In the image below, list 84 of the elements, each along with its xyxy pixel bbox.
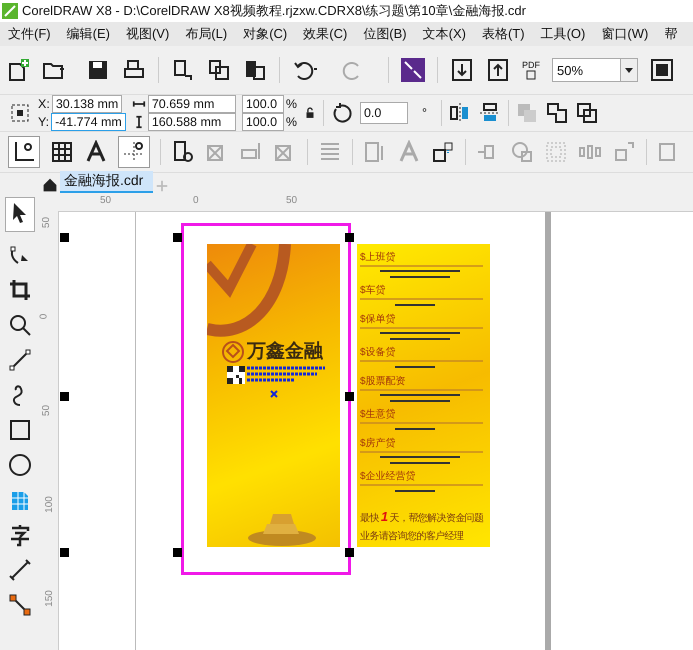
rulers-toggle[interactable] <box>8 136 40 168</box>
promo-note: 业务请咨询您的客户经理 <box>360 530 465 544</box>
brand-name: 万鑫金融 <box>247 340 323 364</box>
selection-handle[interactable] <box>345 233 354 242</box>
weld-icon[interactable] <box>544 101 569 125</box>
ruler-label: 50 <box>41 216 52 228</box>
freehand-tool-icon[interactable] <box>8 348 32 372</box>
menu-item[interactable]: 工具(O) <box>532 25 594 43</box>
scale-y-field[interactable]: 100.0 <box>242 113 284 131</box>
percent-unit: % <box>286 97 297 111</box>
trim-icon[interactable] <box>574 101 599 125</box>
document-tab[interactable]: 金融海报.cdr <box>60 171 154 193</box>
height-field[interactable]: 160.588 mm <box>148 113 236 131</box>
grid-icon[interactable] <box>50 140 74 164</box>
ruler-label: 100 <box>44 496 55 513</box>
full-screen-icon[interactable] <box>650 58 674 82</box>
ellipse-tool-icon[interactable] <box>8 453 32 477</box>
overlap-squares-icon[interactable] <box>431 140 455 164</box>
ruler-label: 0 <box>193 195 199 206</box>
loan-item-label: $设备贷 <box>360 347 397 358</box>
loan-item-label: $车贷 <box>360 285 387 296</box>
menu-item[interactable]: 视图(V) <box>118 25 178 43</box>
ruler-icon <box>12 140 36 164</box>
export-icon <box>526 70 536 80</box>
import-icon[interactable] <box>171 58 195 82</box>
dimension-tool-icon[interactable] <box>8 558 32 582</box>
selection-handle[interactable] <box>60 233 69 242</box>
loan-item-label: $生意贷 <box>360 409 397 420</box>
promo-note: 最快1 天，帮您解决资金问题 <box>360 510 484 525</box>
selection-handle[interactable] <box>60 548 69 557</box>
loan-item-label: $上班贷 <box>360 252 397 263</box>
zoom-dropdown[interactable]: 50% <box>552 58 638 82</box>
qr-code-icon <box>227 366 245 384</box>
ruler-label: 50 <box>286 195 298 206</box>
window-title: CorelDRAW X8 - D:\CorelDRAW X8视频教程.rjzxw.CDRX8\练习题\第10章\金融海报.cdr <box>22 2 526 20</box>
y-position-field[interactable]: -41.774 mm <box>51 113 126 131</box>
y-label: Y: <box>38 115 50 129</box>
loan-item-label: $房产贷 <box>360 438 397 449</box>
menu-item[interactable]: 帮 <box>656 25 686 43</box>
ruler-label: 50 <box>41 404 52 416</box>
menu-item[interactable]: 文件(F) <box>0 25 59 43</box>
width-field[interactable]: 70.659 mm <box>148 95 236 113</box>
menu-item[interactable]: 布局(L) <box>177 25 236 43</box>
scale-x-field[interactable]: 100.0 <box>242 95 284 113</box>
x-label: X: <box>38 97 50 111</box>
menu-item[interactable]: 位图(B) <box>355 25 415 43</box>
center-marker-icon <box>270 390 278 398</box>
menu-item[interactable]: 编辑(E) <box>58 25 118 43</box>
guidelines-toggle[interactable] <box>118 136 150 168</box>
copy-icon[interactable] <box>207 58 231 82</box>
selection-handle[interactable] <box>345 548 354 557</box>
menu-item[interactable]: 文本(X) <box>414 25 474 43</box>
selection-handle[interactable] <box>173 233 182 242</box>
pick-tool[interactable] <box>5 197 35 232</box>
new-document-icon[interactable] <box>6 58 30 82</box>
rotation-field[interactable]: 0.0 <box>360 102 408 124</box>
loan-item-label: $保单贷 <box>360 314 397 325</box>
menu-item[interactable]: 表格(T) <box>474 25 533 43</box>
rectangle-tool-icon[interactable] <box>8 418 32 442</box>
loan-item-label: $股票配资 <box>360 376 407 387</box>
paste-icon[interactable] <box>243 58 267 82</box>
save-icon[interactable] <box>86 58 110 82</box>
selection-handle[interactable] <box>173 548 182 557</box>
zoom-tool-icon[interactable] <box>8 313 32 337</box>
degree-unit: ° <box>422 106 427 120</box>
pdf-export-button[interactable]: PDF <box>522 60 540 80</box>
menu-item[interactable]: 效果(C) <box>295 25 356 43</box>
percent-unit: % <box>286 115 297 129</box>
connector-tool-icon[interactable] <box>8 593 32 617</box>
ruler-label: 150 <box>44 590 55 607</box>
selection-handle[interactable] <box>345 392 354 401</box>
document-settings-icon[interactable] <box>171 140 195 164</box>
crop-tool-icon[interactable] <box>8 278 32 302</box>
menu-item[interactable]: 对象(C) <box>235 25 296 43</box>
menu-item[interactable]: 窗口(W) <box>593 25 656 43</box>
text-outline-icon[interactable] <box>84 140 108 164</box>
caret-icon <box>625 68 633 72</box>
text-tool-icon[interactable] <box>8 523 32 547</box>
ruler-label: 50 <box>100 195 112 206</box>
loan-item-label: $企业经营贷 <box>360 471 417 482</box>
ruler-label: 0 <box>38 314 50 320</box>
x-position-field[interactable]: 30.138 mm <box>52 95 122 113</box>
selection-handle[interactable] <box>60 392 69 401</box>
logo-icon <box>221 340 245 364</box>
